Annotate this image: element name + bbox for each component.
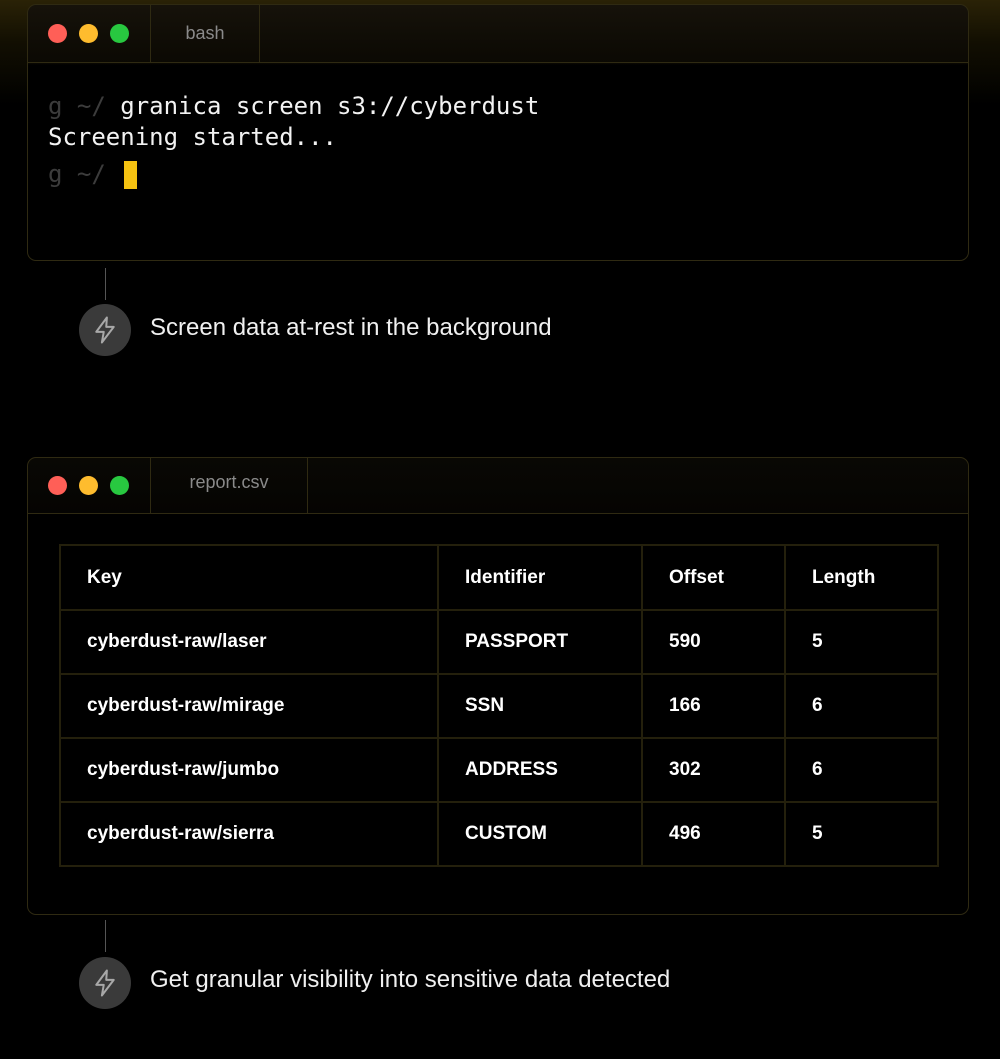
lightning-icon bbox=[79, 304, 131, 356]
lightning-icon bbox=[79, 957, 131, 1009]
terminal-prompt: g ~/ bbox=[48, 92, 121, 120]
cell-key: cyberdust-raw/laser bbox=[59, 609, 439, 675]
terminal-command: granica screen s3://cyberdust bbox=[120, 92, 540, 120]
cell-length: 6 bbox=[784, 673, 939, 739]
maximize-button[interactable] bbox=[110, 476, 129, 495]
close-button[interactable] bbox=[48, 24, 67, 43]
terminal-line: Screening started... bbox=[48, 122, 539, 153]
window-controls bbox=[48, 476, 129, 495]
cell-identifier: CUSTOM bbox=[437, 801, 643, 867]
report-table: Key Identifier Offset Length cyberdust-r… bbox=[59, 544, 939, 867]
step-connector-line bbox=[105, 920, 106, 952]
cell-identifier: PASSPORT bbox=[437, 609, 643, 675]
cell-identifier: ADDRESS bbox=[437, 737, 643, 803]
column-header-offset: Offset bbox=[641, 544, 786, 611]
minimize-button[interactable] bbox=[79, 476, 98, 495]
window-controls bbox=[48, 24, 129, 43]
step-description: Screen data at-rest in the background bbox=[150, 314, 552, 341]
cell-key: cyberdust-raw/mirage bbox=[59, 673, 439, 739]
column-header-key: Key bbox=[59, 544, 439, 611]
cell-identifier: SSN bbox=[437, 673, 643, 739]
cell-length: 5 bbox=[784, 609, 939, 675]
table-row: cyberdust-raw/jumbo ADDRESS 302 6 bbox=[59, 737, 939, 803]
step-connector-line bbox=[105, 268, 106, 300]
cell-key: cyberdust-raw/sierra bbox=[59, 801, 439, 867]
close-button[interactable] bbox=[48, 476, 67, 495]
report-titlebar: report.csv bbox=[28, 458, 968, 514]
cell-key: cyberdust-raw/jumbo bbox=[59, 737, 439, 803]
table-header-row: Key Identifier Offset Length bbox=[59, 544, 939, 611]
step-description: Get granular visibility into sensitive d… bbox=[150, 966, 671, 993]
cell-length: 6 bbox=[784, 737, 939, 803]
column-header-length: Length bbox=[784, 544, 939, 611]
table-row: cyberdust-raw/sierra CUSTOM 496 5 bbox=[59, 801, 939, 867]
terminal-prompt: g ~/ bbox=[48, 160, 121, 188]
cell-offset: 590 bbox=[641, 609, 786, 675]
terminal-output[interactable]: g ~/ granica screen s3://cyberdust Scree… bbox=[48, 91, 539, 190]
minimize-button[interactable] bbox=[79, 24, 98, 43]
table-row: cyberdust-raw/mirage SSN 166 6 bbox=[59, 673, 939, 739]
terminal-line: g ~/ granica screen s3://cyberdust bbox=[48, 91, 539, 122]
table-row: cyberdust-raw/laser PASSPORT 590 5 bbox=[59, 609, 939, 675]
bash-terminal-window: bash g ~/ granica screen s3://cyberdust … bbox=[27, 4, 969, 261]
terminal-cursor bbox=[124, 160, 138, 189]
bash-titlebar: bash bbox=[28, 5, 968, 63]
maximize-button[interactable] bbox=[110, 24, 129, 43]
tab-report-csv[interactable]: report.csv bbox=[150, 458, 308, 513]
column-header-identifier: Identifier bbox=[437, 544, 643, 611]
terminal-line: g ~/ bbox=[48, 159, 539, 190]
cell-offset: 496 bbox=[641, 801, 786, 867]
report-window: report.csv Key Identifier Offset Length … bbox=[27, 457, 969, 915]
tab-bash[interactable]: bash bbox=[150, 5, 260, 62]
terminal-output-text: Screening started... bbox=[48, 123, 337, 151]
cell-offset: 166 bbox=[641, 673, 786, 739]
cell-offset: 302 bbox=[641, 737, 786, 803]
cell-length: 5 bbox=[784, 801, 939, 867]
